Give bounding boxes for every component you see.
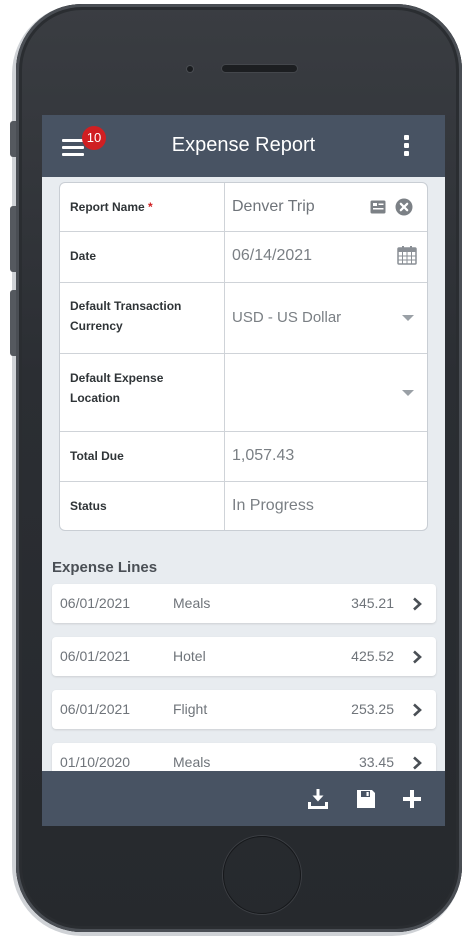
- id-card-icon[interactable]: [370, 200, 386, 214]
- chevron-right-icon[interactable]: [410, 650, 424, 664]
- expense-line-category: Meals: [173, 595, 211, 611]
- location-label: Default Expense Location: [70, 371, 164, 405]
- app-header: 10 Expense Report: [42, 115, 445, 177]
- phone-home-button[interactable]: [223, 836, 301, 914]
- expense-line-amount: 425.52: [351, 648, 394, 664]
- report-header-form: Report Name * Denver Trip Date 06/14/202…: [59, 182, 428, 531]
- report-name-label: Report Name *: [70, 200, 153, 214]
- calendar-icon[interactable]: [397, 245, 417, 265]
- chevron-right-icon[interactable]: [410, 703, 424, 717]
- phone-camera: [187, 66, 193, 72]
- date-input[interactable]: 06/14/2021: [232, 246, 312, 266]
- clear-circle-icon[interactable]: [395, 198, 413, 216]
- currency-row: Default Transaction Currency USD - US Do…: [60, 282, 427, 354]
- expense-line-category: Hotel: [173, 648, 206, 664]
- total-due-value: 1,057.43: [232, 447, 295, 464]
- required-marker: *: [148, 200, 153, 214]
- status-label: Status: [70, 499, 107, 513]
- bottom-toolbar: [42, 771, 445, 826]
- expense-line-category: Meals: [173, 754, 211, 770]
- expense-line-amount: 253.25: [351, 701, 394, 717]
- currency-label: Default Transaction Currency: [70, 299, 182, 333]
- caret-down-icon[interactable]: [402, 390, 414, 396]
- date-row: Date 06/14/2021: [60, 231, 427, 283]
- save-icon[interactable]: [355, 788, 377, 810]
- report-name-row: Report Name * Denver Trip: [60, 183, 427, 232]
- app-screen: 10 Expense Report Report Name * Denver T…: [42, 115, 445, 826]
- chevron-right-icon[interactable]: [410, 597, 424, 611]
- expense-line-date: 06/01/2021: [60, 595, 131, 611]
- expense-line-category: Flight: [173, 701, 208, 717]
- expense-line-item[interactable]: 06/01/2021 Hotel 425.52: [52, 637, 436, 676]
- expense-lines-heading: Expense Lines: [52, 559, 158, 576]
- caret-down-icon[interactable]: [402, 315, 414, 321]
- total-due-label: Total Due: [70, 449, 124, 463]
- chevron-right-icon[interactable]: [410, 756, 424, 770]
- expense-line-amount: 345.21: [351, 595, 394, 611]
- report-name-input[interactable]: Denver Trip: [232, 197, 315, 217]
- plus-icon[interactable]: [401, 788, 423, 810]
- status-row: Status In Progress: [60, 481, 427, 530]
- download-icon[interactable]: [307, 788, 329, 810]
- expense-line-item[interactable]: 06/01/2021 Meals 345.21: [52, 584, 436, 623]
- currency-select[interactable]: USD - US Dollar: [232, 308, 341, 328]
- page-title: Expense Report: [171, 134, 316, 156]
- expense-line-date: 06/01/2021: [60, 701, 131, 717]
- status-value: In Progress: [232, 497, 314, 514]
- expense-line-date: 06/01/2021: [60, 648, 131, 664]
- date-label: Date: [70, 249, 97, 263]
- expense-line-amount: 33.45: [358, 754, 394, 770]
- more-vertical-icon[interactable]: [404, 135, 410, 157]
- expense-line-date: 01/10/2020: [60, 754, 131, 770]
- total-due-row: Total Due 1,057.43: [60, 431, 427, 482]
- location-row: Default Expense Location: [60, 353, 427, 432]
- phone-speaker: [222, 65, 297, 72]
- expense-line-item[interactable]: 06/01/2021 Flight 253.25: [52, 690, 436, 729]
